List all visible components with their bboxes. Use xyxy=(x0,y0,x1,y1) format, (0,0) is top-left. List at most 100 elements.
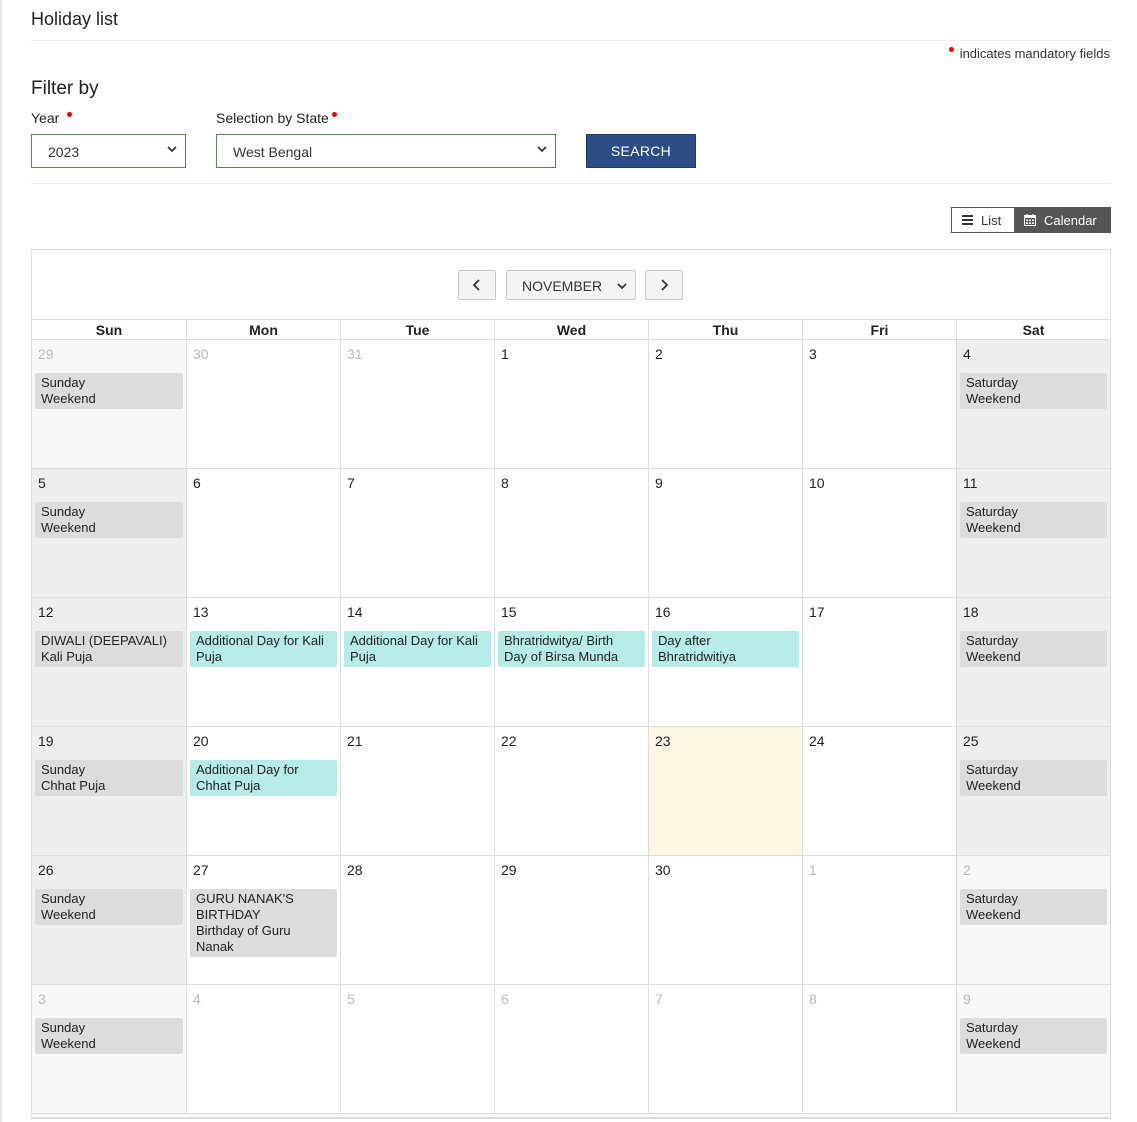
holiday-event[interactable]: Saturday Weekend xyxy=(960,373,1107,409)
calendar-day-cell[interactable]: 12 DIWALI (DEEPAVALI) Kali Puja xyxy=(32,598,186,726)
calendar-day-cell[interactable]: 4 xyxy=(186,985,340,1113)
holiday-event[interactable]: Saturday Weekend xyxy=(960,1018,1107,1054)
calendar-day-cell[interactable]: 15 Bhratridwitya/ Birth Day of Birsa Munda xyxy=(494,598,648,726)
calendar-day-cell[interactable]: 18 Saturday Weekend xyxy=(956,598,1110,726)
calendar-day-cell[interactable]: 31 xyxy=(340,340,494,468)
holiday-event-text: Weekend xyxy=(966,520,1021,535)
day-number: 8 xyxy=(501,475,509,491)
holiday-event[interactable]: Sunday Chhat Puja xyxy=(35,760,183,796)
calendar-day-cell[interactable]: 3 Sunday Weekend xyxy=(32,985,186,1113)
day-number: 29 xyxy=(38,346,54,362)
calendar-day-cell[interactable]: 5 xyxy=(340,985,494,1113)
holiday-event[interactable]: Saturday Weekend xyxy=(960,631,1107,667)
calendar-day-cell[interactable]: 5 Sunday Weekend xyxy=(32,469,186,597)
calendar-day-cell[interactable]: 2 Saturday Weekend xyxy=(956,856,1110,984)
calendar-day-cell[interactable]: 17 xyxy=(802,598,956,726)
day-number: 9 xyxy=(655,475,663,491)
calendar-day-cell[interactable]: 20 Additional Day for Chhat Puja xyxy=(186,727,340,855)
holiday-event[interactable]: Sunday Weekend xyxy=(35,502,183,538)
calendar-day-cell[interactable]: 4 Saturday Weekend xyxy=(956,340,1110,468)
chevron-right-icon xyxy=(661,279,669,291)
day-number: 3 xyxy=(38,991,46,1007)
holiday-event-text: Sunday xyxy=(41,891,86,906)
state-select[interactable]: West Bengal xyxy=(216,134,556,168)
prev-month-button[interactable] xyxy=(458,270,496,300)
calendar-day-cell[interactable]: 29 xyxy=(494,856,648,984)
holiday-event-text: Sunday xyxy=(41,375,86,390)
holiday-event[interactable]: Additional Day for Chhat Puja xyxy=(190,760,337,796)
calendar-day-cell[interactable]: 3 xyxy=(802,340,956,468)
calendar-day-cell[interactable]: 19 Sunday Chhat Puja xyxy=(32,727,186,855)
calendar-day-cell[interactable]: 1 xyxy=(802,856,956,984)
year-select[interactable]: 2023 xyxy=(31,134,186,168)
day-number: 12 xyxy=(38,604,54,620)
day-number: 30 xyxy=(193,346,209,362)
holiday-event[interactable]: Sunday Weekend xyxy=(35,1018,183,1054)
calendar-week: 26 Sunday Weekend 27 GURU NANAK'S BIRTHDAY Bir… xyxy=(32,856,1110,985)
day-number: 7 xyxy=(347,475,355,491)
day-number: 16 xyxy=(655,604,671,620)
left-border xyxy=(0,0,2,1122)
calendar-day-cell[interactable]: 28 xyxy=(340,856,494,984)
month-select[interactable]: NOVEMBER xyxy=(506,270,636,300)
holiday-event-text: DIWALI (DEEPAVALI) xyxy=(41,633,167,648)
calendar-day-cell[interactable]: 9 xyxy=(648,469,802,597)
holiday-event[interactable]: Additional Day for Kali Puja xyxy=(190,631,337,667)
day-number: 29 xyxy=(501,862,517,878)
calendar-day-cell[interactable]: 24 xyxy=(802,727,956,855)
holiday-event[interactable]: Day after Bhratridwitiya xyxy=(652,631,799,667)
holiday-event[interactable]: Sunday Weekend xyxy=(35,889,183,925)
calendar-view-label: Calendar xyxy=(1044,212,1097,228)
calendar-day-cell[interactable]: 7 xyxy=(340,469,494,597)
calendar-day-cell[interactable]: 16 Day after Bhratridwitiya xyxy=(648,598,802,726)
holiday-event[interactable]: Additional Day for Kali Puja xyxy=(344,631,491,667)
day-number: 28 xyxy=(347,862,363,878)
holiday-event-text: Saturday xyxy=(966,633,1019,648)
holiday-event-text: Kali Puja xyxy=(41,649,93,664)
day-number: 6 xyxy=(501,991,509,1007)
holiday-event[interactable]: Bhratridwitya/ Birth Day of Birsa Munda xyxy=(498,631,645,667)
holiday-event[interactable]: Sunday Weekend xyxy=(35,373,183,409)
weekday-sat: Sat xyxy=(956,320,1110,340)
calendar-day-cell[interactable]: 21 xyxy=(340,727,494,855)
calendar-day-cell[interactable]: 27 GURU NANAK'S BIRTHDAY Birthday of Guru Na… xyxy=(186,856,340,984)
calendar-day-cell[interactable]: 30 xyxy=(186,340,340,468)
calendar-day-cell[interactable]: 6 xyxy=(494,985,648,1113)
calendar-day-cell[interactable]: 26 Sunday Weekend xyxy=(32,856,186,984)
holiday-event-text: Weekend xyxy=(41,520,96,535)
calendar-day-cell[interactable]: 8 xyxy=(802,985,956,1113)
holiday-event-text: Saturday xyxy=(966,375,1019,390)
holiday-event-text: Bhratridwitiya xyxy=(658,649,737,664)
holiday-event[interactable]: Saturday Weekend xyxy=(960,760,1107,796)
calendar-day-cell[interactable]: 13 Additional Day for Kali Puja xyxy=(186,598,340,726)
next-month-button[interactable] xyxy=(645,270,683,300)
calendar-day-cell[interactable]: 6 xyxy=(186,469,340,597)
calendar-day-cell[interactable]: 23 xyxy=(648,727,802,855)
list-view-button[interactable]: List xyxy=(952,208,1014,232)
search-button[interactable]: SEARCH xyxy=(586,134,696,168)
year-label-text: Year xyxy=(31,110,60,126)
calendar-day-cell[interactable]: 11 Saturday Weekend xyxy=(956,469,1110,597)
calendar-day-cell[interactable]: 25 Saturday Weekend xyxy=(956,727,1110,855)
filter-title: Filter by xyxy=(31,78,99,99)
calendar-day-cell[interactable]: 7 xyxy=(648,985,802,1113)
calendar-day-cell[interactable]: 14 Additional Day for Kali Puja xyxy=(340,598,494,726)
holiday-event[interactable]: Saturday Weekend xyxy=(960,889,1107,925)
holiday-event[interactable]: GURU NANAK'S BIRTHDAY Birthday of Guru Nana… xyxy=(190,889,337,957)
mandatory-note: indicates mandatory fields xyxy=(948,46,1110,61)
holiday-event-text: BIRTHDAY xyxy=(196,907,261,922)
calendar-day-cell[interactable]: 29 Sunday Weekend xyxy=(32,340,186,468)
calendar-day-cell[interactable]: 10 xyxy=(802,469,956,597)
calendar-day-cell[interactable]: 1 xyxy=(494,340,648,468)
holiday-event[interactable]: DIWALI (DEEPAVALI) Kali Puja xyxy=(35,631,183,667)
calendar-view-button[interactable]: Calendar xyxy=(1014,208,1110,232)
holiday-event-text: Sunday xyxy=(41,1020,86,1035)
calendar-day-cell[interactable]: 9 Saturday Weekend xyxy=(956,985,1110,1113)
required-dot-icon xyxy=(67,112,73,117)
calendar-day-cell[interactable]: 30 xyxy=(648,856,802,984)
holiday-event-text: Puja xyxy=(350,649,377,664)
holiday-event[interactable]: Saturday Weekend xyxy=(960,502,1107,538)
calendar-day-cell[interactable]: 2 xyxy=(648,340,802,468)
calendar-day-cell[interactable]: 8 xyxy=(494,469,648,597)
calendar-day-cell[interactable]: 22 xyxy=(494,727,648,855)
